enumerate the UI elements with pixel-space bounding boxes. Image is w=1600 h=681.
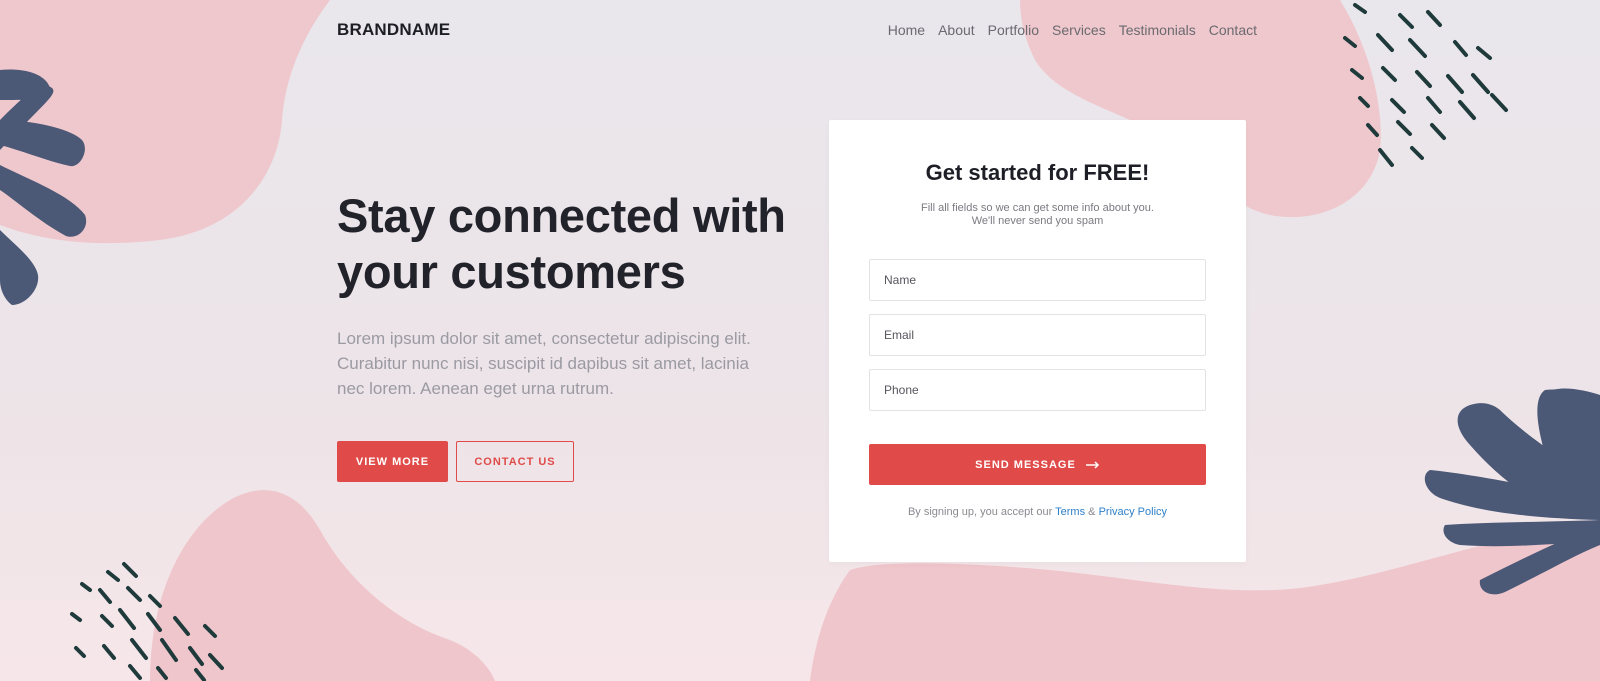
form-title: Get started for FREE! <box>925 160 1150 185</box>
nav-link-portfolio[interactable]: Portfolio <box>988 22 1039 38</box>
form-subtitle-line1: Fill all fields so we can get some info … <box>921 202 1154 214</box>
signup-form-card: Get started for FREE! Fill all fields so… <box>829 120 1246 562</box>
form-subtitle: Fill all fields so we can get some info … <box>829 202 1246 228</box>
nav-menu: Home About Portfolio Services Testimonia… <box>875 22 1257 38</box>
nav-link-services[interactable]: Services <box>1052 22 1106 38</box>
form-fields <box>869 259 1206 424</box>
terms-link[interactable]: Terms <box>1055 506 1085 518</box>
blob-bottom-left <box>150 490 495 681</box>
nav-link-home[interactable]: Home <box>888 22 925 38</box>
hero-title-line1: Stay connected with <box>337 189 786 242</box>
terms-prefix: By signing up, you accept our <box>907 506 1053 518</box>
form-subtitle-line2: We'll never send you spam <box>971 215 1104 227</box>
nav-link-testimonials[interactable]: Testimonials <box>1119 22 1196 38</box>
phone-field-wrapper <box>869 369 1206 411</box>
hero-title-line2: your customers <box>337 245 686 298</box>
email-input[interactable] <box>884 328 1205 342</box>
privacy-policy-link[interactable]: Privacy Policy <box>1099 506 1167 518</box>
terms-notice: By signing up, you accept our Terms & Pr… <box>829 506 1246 518</box>
send-message-button[interactable]: SEND MESSAGE <box>869 444 1206 485</box>
email-field-wrapper <box>869 314 1206 356</box>
brand-logo[interactable]: BRANDNAME <box>337 20 450 40</box>
hero-buttons: VIEW MORE CONTACT US <box>337 441 787 482</box>
top-navigation: BRANDNAME Home About Portfolio Services … <box>337 18 1257 42</box>
background-decoration <box>0 0 1600 681</box>
name-field-wrapper <box>869 259 1206 301</box>
hero-section: Stay connected with your customers Lorem… <box>337 188 787 482</box>
view-more-button[interactable]: VIEW MORE <box>337 441 448 482</box>
contact-us-button[interactable]: CONTACT US <box>456 441 574 482</box>
hero-description: Lorem ipsum dolor sit amet, consectetur … <box>337 329 751 398</box>
nav-link-about[interactable]: About <box>938 22 975 38</box>
terms-ampersand: & <box>1088 506 1096 518</box>
hero-title: Stay connected with your customers <box>337 188 787 300</box>
phone-input[interactable] <box>884 383 1205 397</box>
name-input[interactable] <box>884 273 1205 287</box>
send-message-label: SEND MESSAGE <box>975 458 1076 471</box>
nav-link-contact[interactable]: Contact <box>1209 22 1257 38</box>
arrow-right-icon <box>1085 460 1099 469</box>
